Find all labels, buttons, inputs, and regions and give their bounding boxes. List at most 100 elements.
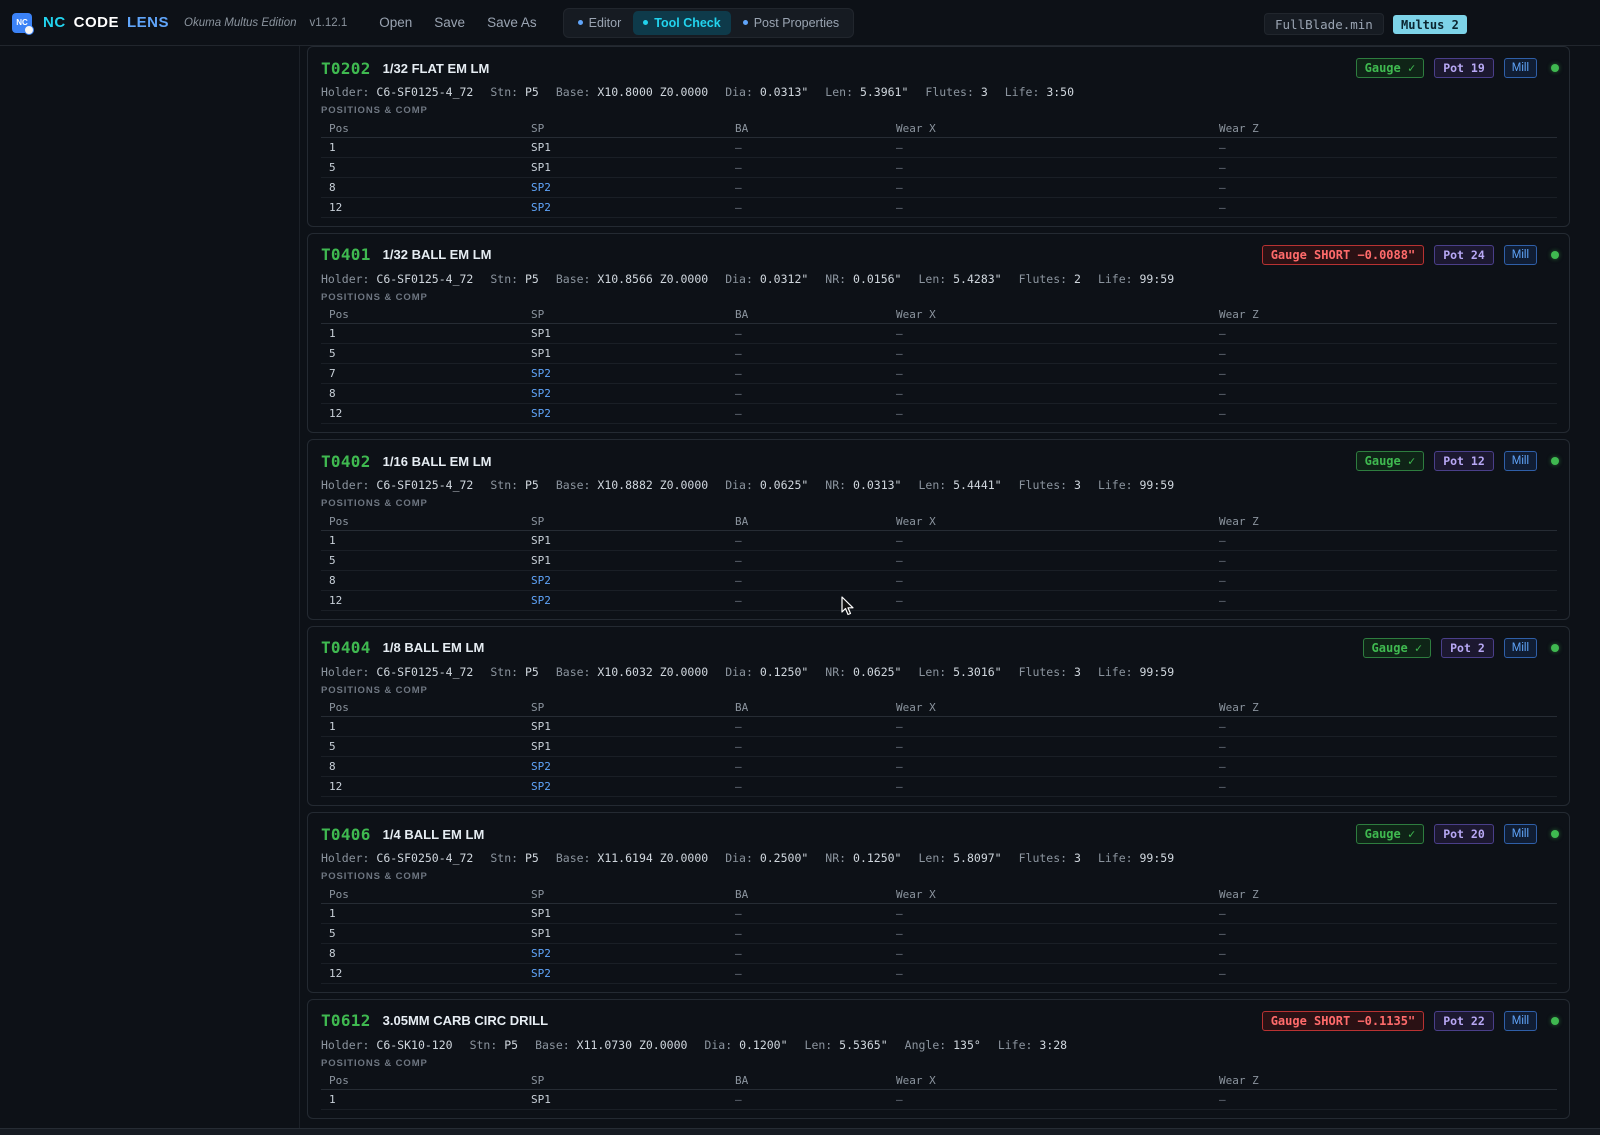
table-row: 1 SP1 — — —	[321, 1089, 1557, 1110]
cell-pos: 1	[321, 1089, 523, 1110]
meta-flutes: Flutes: 3	[1019, 478, 1081, 492]
meta-len-value: 5.4283"	[953, 271, 1002, 286]
tool-type-badge: Mill	[1503, 58, 1537, 78]
cell-pos: 7	[321, 363, 523, 384]
meta-flutes-value: 3	[1074, 478, 1081, 492]
cell-sp: SP1	[523, 716, 727, 737]
file-name-badge[interactable]: FullBlade.min	[1264, 13, 1384, 35]
status-dot-icon	[1551, 830, 1559, 838]
machine-badge[interactable]: Multus 2	[1393, 15, 1467, 34]
tab-tool-check[interactable]: Tool Check	[633, 10, 731, 35]
gauge-status-badge[interactable]: Gauge ✓	[1362, 637, 1432, 658]
brand-lens: LENS	[127, 14, 170, 31]
cell-wear-x: —	[888, 776, 1211, 797]
table-row: 1 SP1 — — —	[321, 323, 1557, 344]
col-sp-header: SP	[523, 699, 727, 717]
col-sp-header: SP	[523, 1072, 727, 1090]
cell-pos: 12	[321, 776, 523, 797]
meta-dia: Dia: 0.0313"	[725, 85, 808, 99]
meta-dia-value: 0.0312"	[759, 271, 809, 286]
cell-sp: SP2	[523, 590, 727, 611]
tool-number[interactable]: T0612	[321, 1011, 371, 1030]
meta-life-value: 3:50	[1046, 85, 1075, 99]
meta-holder-label: Holder:	[321, 1037, 370, 1052]
meta-stn-value: P5	[524, 851, 539, 865]
table-row: 5 SP1 — — —	[321, 550, 1557, 571]
table-row: 12 SP2 — — —	[321, 963, 1557, 984]
tab-dot-icon	[742, 20, 748, 25]
meta-len-label: Len:	[804, 1037, 833, 1052]
status-dot-icon	[1551, 1016, 1559, 1025]
cell-pos: 1	[321, 530, 523, 551]
cell-ba: —	[727, 570, 888, 591]
col-wear-z-header: Wear Z	[1211, 699, 1557, 717]
col-ba-header: BA	[727, 120, 888, 138]
tab-label: Editor	[588, 15, 622, 30]
meta-len-value: 5.8097"	[953, 851, 1002, 865]
cell-ba: —	[727, 550, 888, 571]
mouse-cursor-icon	[841, 596, 854, 616]
tool-card: T0402 1/16 BALL EM LM Gauge ✓ Pot 12 Mil…	[307, 439, 1570, 620]
table-header-row: Pos SP BA Wear X Wear Z	[321, 120, 1557, 138]
meta-dia-label: Dia:	[725, 85, 753, 99]
col-wear-z-header: Wear Z	[1211, 306, 1557, 324]
tab-post-properties[interactable]: Post Properties	[733, 11, 849, 35]
table-row: 8 SP2 — — —	[321, 756, 1557, 777]
edition-label: Okuma Multus Edition	[184, 16, 297, 29]
cell-wear-z: —	[1211, 776, 1557, 797]
tool-number[interactable]: T0202	[321, 59, 371, 78]
meta-nr-label: NR:	[825, 851, 847, 865]
save-button[interactable]: Save	[434, 15, 465, 30]
table-row: 8 SP2 — — —	[321, 570, 1557, 591]
meta-flutes: Flutes: 3	[1019, 851, 1081, 865]
cell-pos: 12	[321, 197, 523, 218]
cell-ba: —	[727, 963, 888, 984]
gauge-status-badge[interactable]: Gauge SHORT −0.0088"	[1261, 244, 1425, 265]
positions-comp-label: POSITIONS & COMP	[321, 871, 428, 882]
cell-wear-z: —	[1211, 590, 1557, 611]
tool-number[interactable]: T0406	[321, 825, 371, 844]
cell-pos: 5	[321, 736, 523, 757]
meta-holder-value: C6-SF0125-4_72	[376, 478, 474, 492]
meta-stn: Stn: P5	[490, 272, 539, 286]
gauge-status-badge[interactable]: Gauge SHORT −0.1135"	[1261, 1010, 1425, 1031]
cell-pos: 8	[321, 570, 523, 591]
meta-nr-label: NR:	[825, 664, 847, 679]
cell-wear-z: —	[1211, 177, 1557, 198]
tool-number[interactable]: T0401	[321, 245, 371, 264]
gauge-status-badge[interactable]: Gauge ✓	[1355, 451, 1425, 471]
meta-nr-value: 0.0156"	[853, 271, 902, 286]
col-wear-x-header: Wear X	[888, 120, 1211, 138]
table-header-row: Pos SP BA Wear X Wear Z	[321, 886, 1557, 904]
tool-number[interactable]: T0402	[321, 452, 371, 471]
horizontal-scrollbar[interactable]	[0, 1128, 1600, 1135]
meta-life: Life: 3:50	[1005, 85, 1074, 99]
cell-wear-z: —	[1211, 943, 1557, 964]
tool-badges: Gauge ✓ Pot 20 Mill	[1355, 824, 1559, 844]
col-wear-x-header: Wear X	[888, 1072, 1211, 1090]
meta-life: Life: 99:59	[1098, 851, 1174, 865]
cell-wear-x: —	[888, 903, 1211, 924]
cell-ba: —	[727, 903, 888, 924]
meta-flutes-value: 3	[1074, 851, 1081, 865]
gauge-status-badge[interactable]: Gauge ✓	[1355, 824, 1425, 844]
top-bar: NC NC CODE LENS Okuma Multus Edition v1.…	[0, 0, 1600, 46]
cell-wear-x: —	[888, 403, 1211, 424]
open-button[interactable]: Open	[379, 15, 412, 30]
save-as-button[interactable]: Save As	[487, 15, 537, 30]
col-sp-header: SP	[523, 886, 727, 904]
cell-wear-x: —	[888, 963, 1211, 984]
tool-number[interactable]: T0404	[321, 638, 371, 657]
table-header-row: Pos SP BA Wear X Wear Z	[321, 699, 1557, 717]
cell-pos: 1	[321, 323, 523, 344]
meta-life-value: 99:59	[1139, 664, 1175, 679]
table-row: 8 SP2 — — —	[321, 943, 1557, 964]
meta-len: Len: 5.5365"	[805, 1038, 888, 1052]
tab-editor[interactable]: Editor	[568, 11, 632, 35]
gauge-status-badge[interactable]: Gauge ✓	[1355, 58, 1425, 78]
table-header-row: Pos SP BA Wear X Wear Z	[321, 1072, 1557, 1090]
tool-badges: Gauge ✓ Pot 19 Mill	[1355, 58, 1559, 78]
meta-dia: Dia: 0.0625"	[725, 478, 808, 492]
meta-nr: NR: 0.0313"	[825, 478, 901, 492]
cell-sp: SP2	[523, 570, 727, 591]
